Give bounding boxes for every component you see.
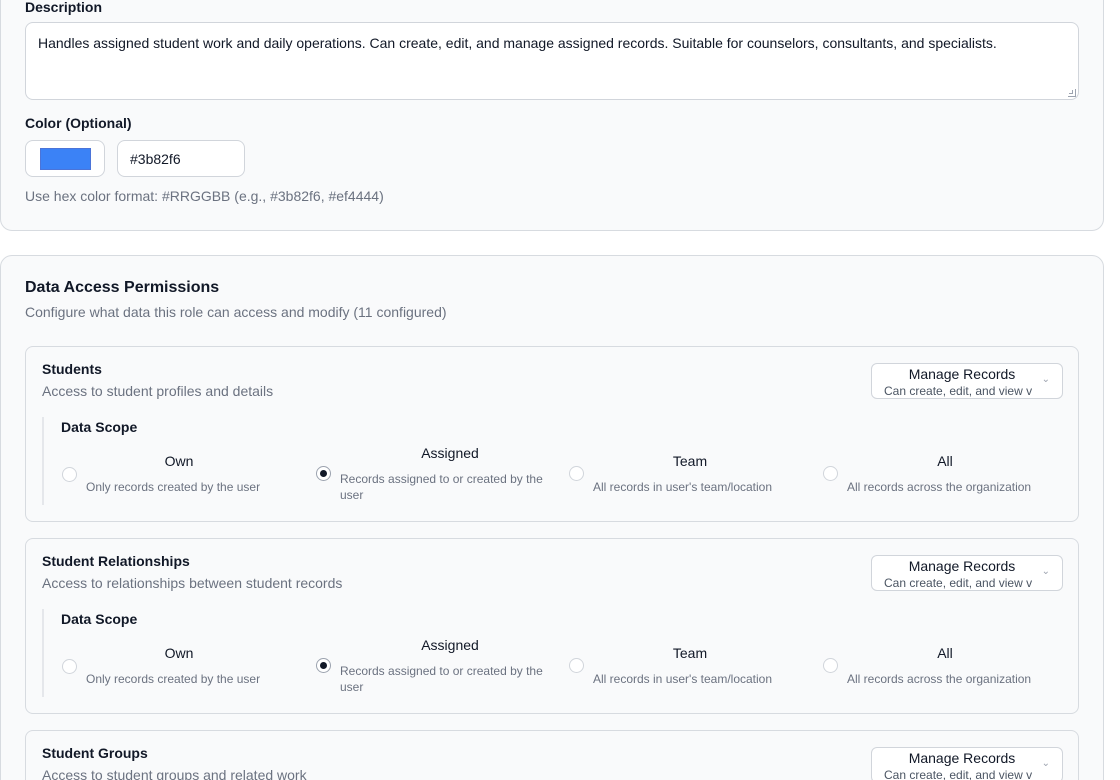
- scope-radio-team[interactable]: [569, 466, 584, 481]
- data-scope-section: Data Scope Own Only records created by t…: [42, 609, 1062, 697]
- scope-option-title: Team: [672, 453, 708, 469]
- scope-option-title: Own: [164, 453, 194, 469]
- access-level-description: Can create, edit, and view v: [884, 384, 1033, 398]
- scope-option-all[interactable]: All All records across the organization: [823, 445, 1063, 505]
- scope-option-desc: All records across the organization: [847, 672, 1032, 686]
- resource-description: Access to student groups and related wor…: [42, 767, 307, 780]
- scope-option-title: Assigned: [421, 445, 479, 461]
- resource-name: Student Groups: [42, 745, 148, 761]
- scope-radio-all[interactable]: [823, 466, 838, 481]
- color-label: Color (Optional): [25, 115, 132, 131]
- role-editor-page: Description Handles assigned student wor…: [0, 0, 1120, 780]
- scope-option-own[interactable]: Own Only records created by the user: [62, 637, 302, 697]
- resource-card-student-relationships: Student Relationships Access to relation…: [25, 538, 1079, 714]
- access-level-description: Can create, edit, and view v: [884, 576, 1033, 590]
- resource-card-student-groups: Student Groups Access to student groups …: [25, 730, 1079, 780]
- scope-option-team[interactable]: Team All records in user's team/location: [569, 637, 809, 697]
- scope-option-title: All: [937, 645, 953, 661]
- scope-option-assigned[interactable]: Assigned Records assigned to or created …: [316, 637, 556, 697]
- scope-option-all[interactable]: All All records across the organization: [823, 637, 1063, 697]
- scope-option-title: All: [937, 453, 953, 469]
- scope-radio-assigned[interactable]: [316, 658, 331, 673]
- resource-description: Access to student profiles and details: [42, 383, 274, 399]
- description-label: Description: [25, 0, 103, 15]
- chevron-down-icon: ⌄: [1041, 758, 1050, 769]
- scope-option-desc: Records assigned to or created by the us…: [340, 664, 543, 694]
- access-level-value: Manage Records: [908, 558, 1016, 574]
- access-level-description: Can create, edit, and view v: [884, 768, 1033, 780]
- color-swatch: [40, 148, 91, 170]
- chevron-down-icon: ⌄: [1041, 374, 1050, 385]
- color-picker-button[interactable]: [25, 140, 105, 177]
- description-textarea[interactable]: Handles assigned student work and daily …: [25, 22, 1079, 100]
- resource-name: Student Relationships: [42, 553, 190, 569]
- scope-option-desc: All records across the organization: [847, 480, 1032, 494]
- scope-radio-own[interactable]: [62, 467, 77, 482]
- scope-option-title: Team: [672, 645, 708, 661]
- color-hint: Use hex color format: #RRGGBB (e.g., #3b…: [25, 188, 384, 204]
- permissions-title: Data Access Permissions: [25, 279, 220, 296]
- scope-radio-own[interactable]: [62, 659, 77, 674]
- scope-option-title: Own: [164, 645, 194, 661]
- scope-radio-all[interactable]: [823, 658, 838, 673]
- scope-option-desc: Only records created by the user: [86, 480, 261, 494]
- access-level-select[interactable]: Manage Records Can create, edit, and vie…: [871, 363, 1063, 399]
- permissions-subtitle: Configure what data this role can access…: [25, 304, 447, 320]
- scope-option-desc: All records in user's team/location: [593, 672, 773, 686]
- access-level-select[interactable]: Manage Records Can create, edit, and vie…: [871, 747, 1063, 780]
- resource-card-students: Students Access to student profiles and …: [25, 346, 1079, 522]
- scope-radio-assigned[interactable]: [316, 466, 331, 481]
- scope-option-desc: Only records created by the user: [86, 672, 261, 686]
- access-level-select[interactable]: Manage Records Can create, edit, and vie…: [871, 555, 1063, 591]
- scope-radio-team[interactable]: [569, 658, 584, 673]
- scope-option-own[interactable]: Own Only records created by the user: [62, 445, 302, 505]
- resource-description: Access to relationships between student …: [42, 575, 343, 591]
- scope-option-title: Assigned: [421, 637, 479, 653]
- hex-color-input[interactable]: #3b82f6: [117, 140, 245, 177]
- access-level-value: Manage Records: [908, 366, 1016, 382]
- scope-option-team[interactable]: Team All records in user's team/location: [569, 445, 809, 505]
- scope-option-assigned[interactable]: Assigned Records assigned to or created …: [316, 445, 556, 505]
- resource-name: Students: [42, 361, 102, 377]
- description-text: Handles assigned student work and daily …: [38, 35, 997, 51]
- data-scope-label: Data Scope: [61, 419, 138, 435]
- data-scope-label: Data Scope: [61, 611, 138, 627]
- scope-option-desc: Records assigned to or created by the us…: [340, 472, 543, 502]
- scope-option-desc: All records in user's team/location: [593, 480, 773, 494]
- chevron-down-icon: ⌄: [1041, 566, 1050, 577]
- access-level-value: Manage Records: [908, 750, 1016, 766]
- data-scope-section: Data Scope Own Only records created by t…: [42, 417, 1062, 505]
- resize-handle-icon[interactable]: [1068, 89, 1076, 97]
